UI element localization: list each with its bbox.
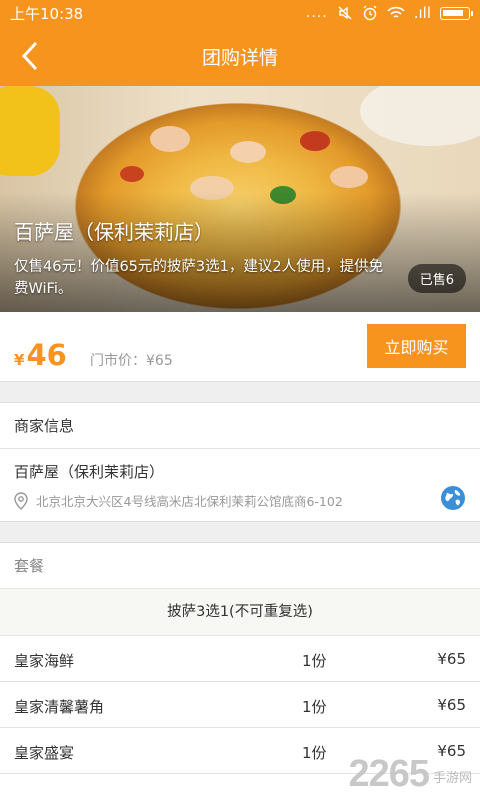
item-qty: 1份 — [302, 652, 327, 670]
merchant-section-header: 商家信息 — [0, 403, 480, 449]
sold-count-badge: 已售6 — [407, 264, 466, 293]
status-time: 上午10:38 — [10, 4, 84, 23]
package-subtitle: 披萨3选1(不可重复选) — [0, 589, 480, 636]
merchant-address[interactable]: 北京北京大兴区4号线高米店北保利茉莉公馆底商6-102 — [14, 491, 343, 510]
deal-hero-image: 百萨屋（保利茉莉店） 仅售46元！价值65元的披萨3选1，建议2人使用，提供免费… — [0, 86, 480, 312]
status-bar: 上午10:38 .... .ıll — [0, 0, 480, 26]
item-price: ¥65 — [437, 650, 466, 668]
hero-plate-decor — [360, 86, 480, 146]
mute-icon — [338, 6, 352, 20]
item-name: 皇家盛宴 — [14, 744, 75, 762]
wifi-icon — [387, 6, 405, 18]
page-title: 团购详情 — [201, 46, 278, 69]
item-qty: 1份 — [302, 698, 327, 716]
merchant-name[interactable]: 百萨屋（保利茉莉店） — [14, 461, 164, 482]
package-item-row: 皇家海鲜 1份 ¥65 — [0, 636, 480, 682]
buy-now-button[interactable]: 立即购买 — [367, 324, 466, 368]
title-bar: 团购详情 — [0, 26, 480, 86]
signal-strength-icon: .ıll — [413, 4, 431, 22]
item-price: ¥65 — [437, 696, 466, 714]
price-amount: 46 — [26, 338, 67, 372]
currency-symbol: ¥ — [14, 351, 25, 369]
hero-shop-name: 百萨屋（保利茉莉店） — [14, 220, 214, 244]
status-icons: .... .ıll — [305, 4, 473, 22]
item-name: 皇家清馨薯角 — [14, 698, 105, 716]
alarm-icon — [363, 5, 377, 21]
item-name: 皇家海鲜 — [14, 652, 75, 670]
price-bar: ¥46 门市价：¥65 立即购买 — [0, 312, 480, 382]
watermark-sub: 手游网 — [432, 771, 472, 786]
watermark-logo: 2265 — [348, 753, 430, 795]
site-watermark: 2265 手游网 — [348, 753, 472, 796]
hero-pepper-decor — [0, 86, 60, 176]
location-pin-icon — [14, 491, 28, 510]
globe-map-icon[interactable] — [440, 485, 466, 511]
package-item-row: 皇家清馨薯角 1份 ¥65 — [0, 682, 480, 728]
merchant-info-section: 商家信息 百萨屋（保利茉莉店） 北京北京大兴区4号线高米店北保利茉莉公馆底商6-… — [0, 402, 480, 522]
back-button[interactable] — [10, 36, 50, 76]
deal-description: 仅售46元！价值65元的披萨3选1，建议2人使用，提供免费WiFi。 — [14, 259, 384, 297]
deal-price: ¥46 — [14, 338, 67, 372]
market-price: 门市价：¥65 — [90, 353, 173, 369]
chevron-left-icon — [21, 41, 38, 71]
item-qty: 1份 — [302, 744, 327, 762]
package-section-header: 套餐 — [0, 543, 480, 589]
battery-icon — [440, 6, 473, 20]
address-text: 北京北京大兴区4号线高米店北保利茉莉公馆底商6-102 — [36, 494, 343, 509]
signal-dots-icon: .... — [305, 5, 328, 21]
